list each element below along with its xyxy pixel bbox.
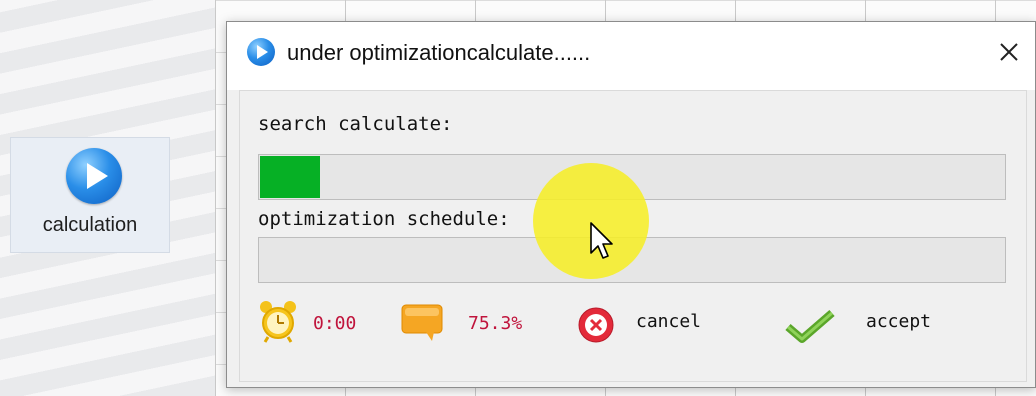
dialog-title: under optimizationcalculate...... <box>287 40 591 65</box>
cancel-button[interactable]: cancel <box>574 303 754 343</box>
checkmark-icon <box>785 309 835 343</box>
elapsed-time: 0:00 <box>313 313 357 334</box>
alarm-clock-icon <box>260 301 296 343</box>
mouse-pointer-icon <box>590 222 613 259</box>
cancel-label: cancel <box>636 311 702 332</box>
optimization-schedule-label: optimization schedule: <box>258 208 510 230</box>
search-progress-fill <box>260 156 320 198</box>
close-button[interactable] <box>989 32 1029 72</box>
optimization-percent: 75.3% <box>468 313 523 334</box>
dialog-titlebar[interactable]: under optimizationcalculate...... <box>227 22 1035 90</box>
calculation-desktop-shortcut[interactable]: calculation <box>10 137 170 253</box>
play-circle-icon <box>247 38 275 66</box>
cancel-icon <box>578 307 614 343</box>
message-icon <box>401 304 443 341</box>
accept-label: accept <box>866 311 932 332</box>
search-calculate-label: search calculate: <box>258 113 453 135</box>
desktop-shortcut-label: calculation <box>42 214 138 236</box>
play-circle-icon <box>66 148 122 204</box>
accept-button[interactable]: accept <box>784 303 964 343</box>
close-icon <box>1000 43 1018 61</box>
